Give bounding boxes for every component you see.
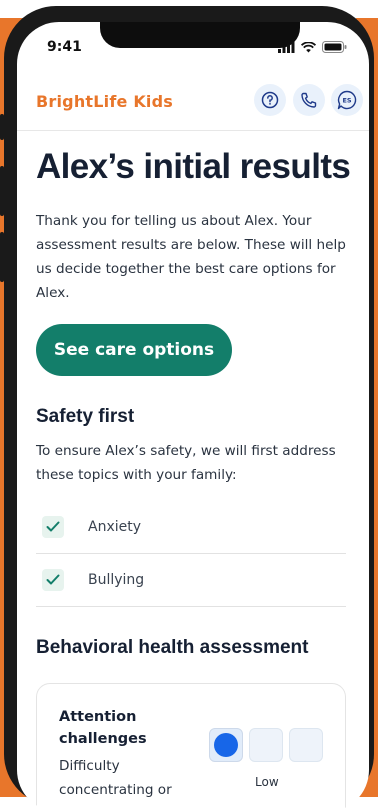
level-indicator-2 [249,728,283,762]
main-content: Alex’s initial results Thank you for tel… [36,148,348,812]
level-label: Low [255,775,279,789]
list-item: Anxiety [36,501,346,554]
notch [100,22,300,48]
level-indicator-1 [209,728,243,762]
level-dot [214,733,238,757]
phone-volume-down-button [0,232,4,282]
see-care-options-button[interactable]: See care options [36,324,232,376]
help-button[interactable] [254,84,286,116]
phone-icon [300,91,318,109]
assessment-heading: Behavioral health assessment [36,637,348,659]
app-header: BrightLife Kids ES [17,70,369,131]
signal-icon [278,42,295,53]
page-title: Alex’s initial results [36,148,348,187]
assessment-title: Attention challenges [59,706,189,750]
wifi-icon [301,42,316,53]
status-icons [278,41,347,53]
phone-screen: 9:41 BrightLife Kids [17,22,369,812]
assessment-description: Difficulty concentrating or [59,754,189,802]
safety-heading: Safety first [36,406,348,428]
call-button[interactable] [293,84,325,116]
intro-text: Thank you for telling us about Alex. You… [36,209,348,305]
level-indicator-3 [289,728,323,762]
phone-side-button [0,114,4,140]
check-icon [42,516,64,538]
brand-logo[interactable]: BrightLife Kids [36,92,173,111]
topic-label: Anxiety [88,519,141,535]
spanish-language-button[interactable]: ES [331,84,363,116]
phone-volume-up-button [0,166,4,216]
question-icon [261,91,279,109]
topic-label: Bullying [88,572,144,588]
list-item: Bullying [36,554,346,607]
safety-description: To ensure Alex’s safety, we will first a… [36,439,348,487]
battery-icon [322,41,347,53]
assessment-card[interactable]: Attention challenges Difficulty concentr… [36,683,346,812]
speech-bubble-icon: ES [336,89,358,111]
language-label: ES [342,97,351,105]
safety-topics-list: Anxiety Bullying [36,501,348,607]
check-icon [42,569,64,591]
phone-frame: 9:41 BrightLife Kids [4,6,374,806]
status-time: 9:41 [47,39,82,55]
